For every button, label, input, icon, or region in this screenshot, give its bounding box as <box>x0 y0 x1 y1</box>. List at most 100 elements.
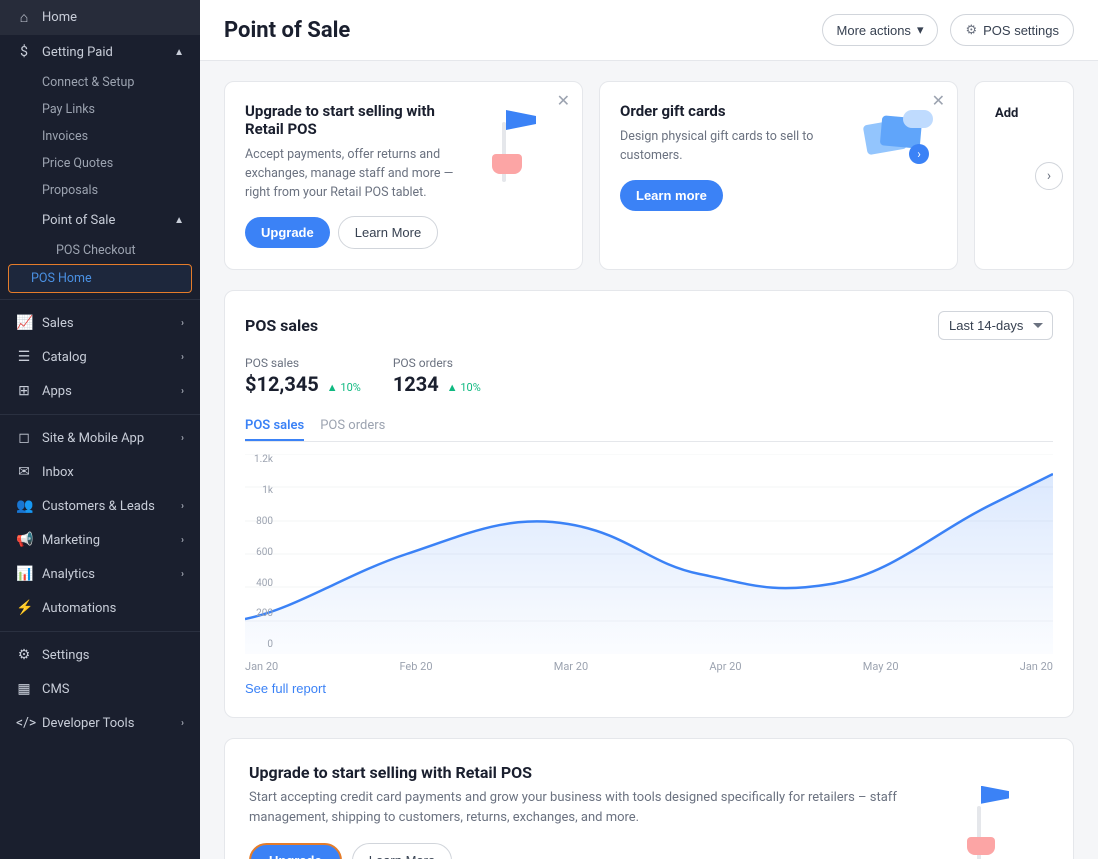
upgrade-banner-upgrade-button[interactable]: Upgrade <box>249 843 342 859</box>
sidebar-customers-label: Customers & Leads <box>42 499 155 514</box>
stat-pos-sales-label: POS sales <box>245 356 361 370</box>
promo-card-2-description: Design physical gift cards to sell to cu… <box>620 128 841 166</box>
promo-card-1-learn-more-button[interactable]: Learn More <box>338 216 438 249</box>
sidebar-item-home[interactable]: ⌂ Home <box>0 0 200 35</box>
promo-card-2-close-button[interactable]: ✕ <box>932 94 945 110</box>
sidebar-item-marketing[interactable]: 📢 Marketing › <box>0 523 200 557</box>
promo-card-1-close-button[interactable]: ✕ <box>557 94 570 110</box>
chart-wrapper: 0 200 400 600 800 1k 1.2k <box>245 454 1053 673</box>
sidebar-item-point-of-sale[interactable]: Point of Sale ▲ <box>0 204 200 237</box>
flag-shape <box>506 110 536 130</box>
sidebar-home-label: Home <box>42 10 77 25</box>
stat-pos-orders-value: 1234 <box>393 372 439 396</box>
sidebar-item-settings[interactable]: ⚙ Settings <box>0 638 200 672</box>
catalog-icon: ☰ <box>16 349 32 365</box>
sidebar-sub-pos-checkout[interactable]: POS Checkout <box>0 237 200 264</box>
sidebar-sub-pos-home[interactable]: POS Home <box>8 264 192 293</box>
dev-tools-icon: </> <box>16 715 32 731</box>
sidebar-automations-label: Automations <box>42 601 116 616</box>
sidebar-item-getting-paid[interactable]: $ Getting Paid ▲ <box>0 35 200 69</box>
promo-cards-row: Upgrade to start selling with Retail POS… <box>224 81 1074 270</box>
gear-icon: ⚙ <box>965 22 977 38</box>
cms-icon: ▦ <box>16 681 32 697</box>
dollar-icon: $ <box>16 44 32 60</box>
sidebar-item-automations[interactable]: ⚡ Automations <box>0 591 200 625</box>
sidebar-item-customers-leads[interactable]: 👥 Customers & Leads › <box>0 489 200 523</box>
chart-tab-pos-orders[interactable]: POS orders <box>320 412 385 441</box>
sidebar-analytics-label: Analytics <box>42 567 95 582</box>
sales-icon: 📈 <box>16 315 32 331</box>
upgrade-banner-text: Upgrade to start selling with Retail POS… <box>249 763 943 859</box>
stat-pos-orders-change: ▲ 10% <box>447 381 481 394</box>
stat-pos-orders-label: POS orders <box>393 356 481 370</box>
stat-pos-sales: POS sales $12,345 ▲ 10% <box>245 356 361 396</box>
chevron-right-apps: › <box>181 386 184 397</box>
chevron-right-catalog: › <box>181 352 184 363</box>
sidebar-settings-label: Settings <box>42 648 89 663</box>
chevron-right-sales: › <box>181 318 184 329</box>
upgrade-banner-actions: Upgrade Learn More <box>249 843 943 859</box>
more-actions-label: More actions <box>837 23 911 38</box>
inbox-icon: ✉ <box>16 464 32 480</box>
promo-card-2-title: Order gift cards <box>620 102 841 120</box>
upgrade-banner-illustration <box>959 781 1049 859</box>
sidebar: ⌂ Home $ Getting Paid ▲ Connect & Setup … <box>0 0 200 859</box>
sidebar-item-inbox[interactable]: ✉ Inbox <box>0 455 200 489</box>
promo-card-2-learn-more-button[interactable]: Learn more <box>620 180 723 211</box>
upgrade-banner-title: Upgrade to start selling with Retail POS <box>249 763 943 782</box>
chart-tab-pos-sales[interactable]: POS sales <box>245 412 304 441</box>
stat-pos-sales-change: ▲ 10% <box>327 381 361 394</box>
sidebar-item-sales[interactable]: 📈 Sales › <box>0 306 200 340</box>
chart-section: POS sales Last 14-days Last 30 days Last… <box>224 290 1074 718</box>
pos-settings-label: POS settings <box>983 23 1059 38</box>
promo-card-1-description: Accept payments, offer returns and excha… <box>245 146 466 202</box>
cloud-shape <box>903 110 933 128</box>
promo-card-2-text: Order gift cards Design physical gift ca… <box>620 102 841 211</box>
see-full-report-button[interactable]: See full report <box>245 673 326 696</box>
promo-card-gift-cards: Order gift cards Design physical gift ca… <box>599 81 958 270</box>
promo-card-1-upgrade-button[interactable]: Upgrade <box>245 217 330 248</box>
sidebar-apps-label: Apps <box>42 384 72 399</box>
hand-shape <box>492 154 522 174</box>
sidebar-sub-pay-links[interactable]: Pay Links <box>0 96 200 123</box>
page-title: Point of Sale <box>224 18 810 43</box>
sidebar-item-analytics[interactable]: 📊 Analytics › <box>0 557 200 591</box>
automations-icon: ⚡ <box>16 600 32 616</box>
sidebar-sales-label: Sales <box>42 316 74 331</box>
sidebar-item-apps[interactable]: ⊞ Apps › <box>0 374 200 408</box>
sidebar-item-catalog[interactable]: ☰ Catalog › <box>0 340 200 374</box>
sidebar-site-mobile-label: Site & Mobile App <box>42 431 144 446</box>
customers-icon: 👥 <box>16 498 32 514</box>
sidebar-inbox-label: Inbox <box>42 465 74 480</box>
sidebar-cms-label: CMS <box>42 682 70 697</box>
site-icon: ◻ <box>16 430 32 446</box>
chevron-up-icon-pos: ▲ <box>174 215 184 226</box>
chart-title: POS sales <box>245 316 926 335</box>
sidebar-item-cms[interactable]: ▦ CMS <box>0 672 200 706</box>
stat-pos-sales-value: $12,345 <box>245 372 319 396</box>
chevron-right-dev: › <box>181 718 184 729</box>
sidebar-sub-proposals[interactable]: Proposals <box>0 177 200 204</box>
period-select[interactable]: Last 14-days Last 30 days Last 90 days <box>938 311 1053 340</box>
sidebar-point-of-sale-label: Point of Sale <box>42 213 115 228</box>
y-axis-labels: 0 200 400 600 800 1k 1.2k <box>245 454 277 654</box>
chevron-right-marketing: › <box>181 535 184 546</box>
upgrade-banner-learn-more-button[interactable]: Learn More <box>352 843 452 859</box>
pos-settings-button[interactable]: ⚙ POS settings <box>950 14 1074 46</box>
banner-flag <box>981 786 1009 804</box>
more-actions-button[interactable]: More actions ▾ <box>822 14 939 46</box>
x-axis-labels: Jan 20 Feb 20 Mar 20 Apr 20 May 20 Jan 2… <box>245 660 1053 673</box>
home-icon: ⌂ <box>16 9 32 26</box>
chevron-right-site: › <box>181 433 184 444</box>
sidebar-sub-invoices[interactable]: Invoices <box>0 123 200 150</box>
top-header: Point of Sale More actions ▾ ⚙ POS setti… <box>200 0 1098 61</box>
next-card-button[interactable]: › <box>1035 162 1063 190</box>
sidebar-item-developer-tools[interactable]: </> Developer Tools › <box>0 706 200 740</box>
apps-icon: ⊞ <box>16 383 32 399</box>
sidebar-sub-connect-setup[interactable]: Connect & Setup <box>0 69 200 96</box>
promo-card-1-title: Upgrade to start selling with Retail POS <box>245 102 466 138</box>
sidebar-sub-price-quotes[interactable]: Price Quotes <box>0 150 200 177</box>
marketing-icon: 📢 <box>16 532 32 548</box>
sidebar-item-site-mobile[interactable]: ◻ Site & Mobile App › <box>0 421 200 455</box>
upgrade-banner-description: Start accepting credit card payments and… <box>249 788 943 827</box>
